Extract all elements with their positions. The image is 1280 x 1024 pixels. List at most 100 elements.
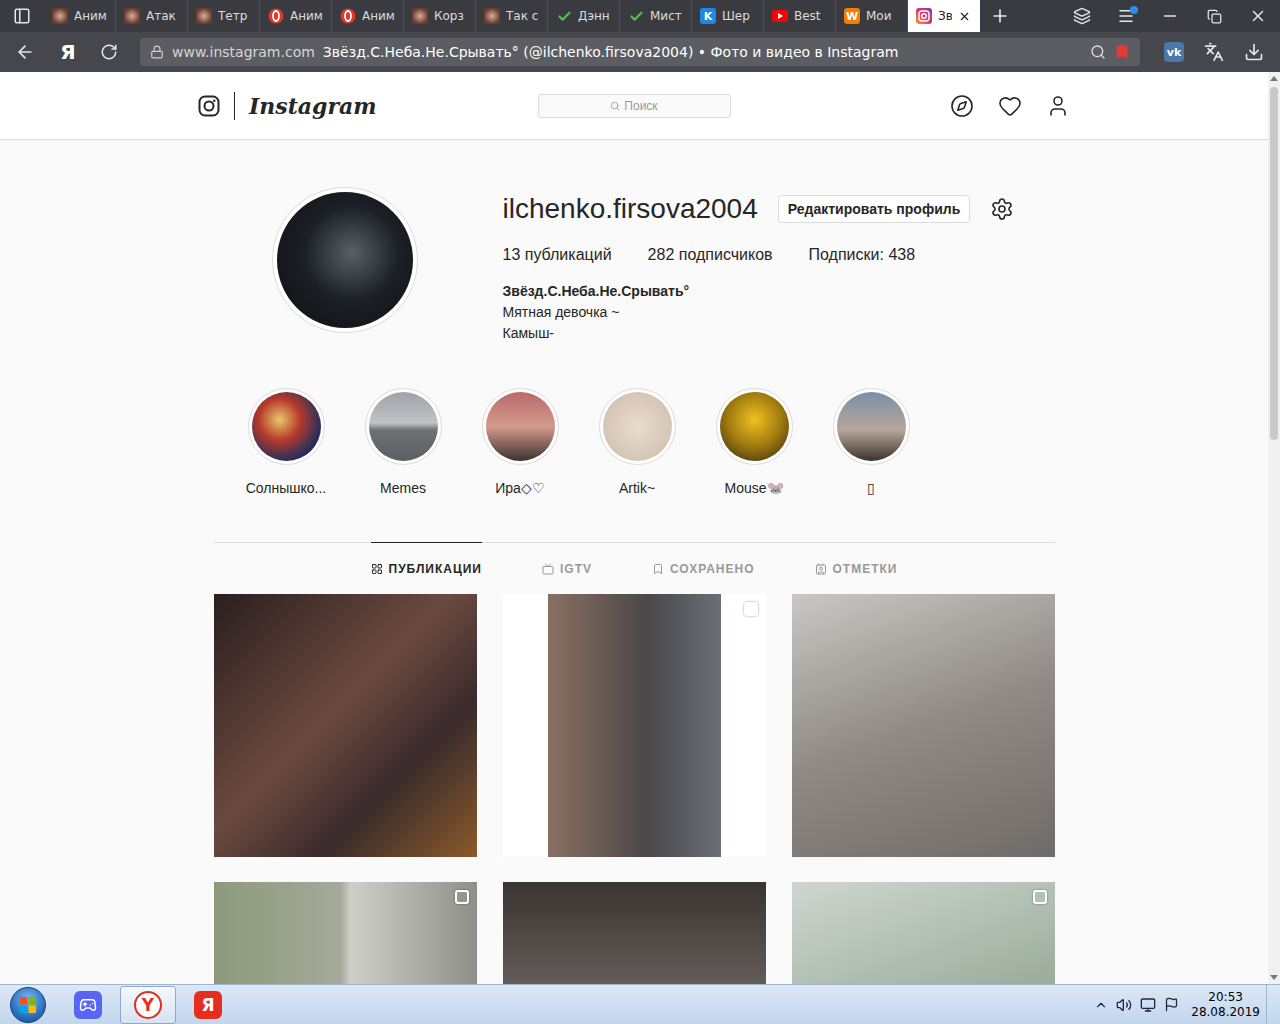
vk-button[interactable]: vk: [1154, 42, 1194, 62]
minimize-button[interactable]: [1148, 0, 1192, 32]
post[interactable]: [214, 882, 477, 984]
edit-profile-button[interactable]: Редактировать профиль: [778, 195, 971, 223]
yandex-icon: Y: [134, 991, 162, 1019]
stat[interactable]: 282 подписчиков: [648, 245, 773, 265]
explore-icon[interactable]: [950, 94, 974, 118]
profile-tab[interactable]: СОХРАНЕНО: [652, 542, 755, 594]
full-name: Звёзд.С.Неба.Не.Срывать°: [503, 281, 1055, 302]
network-icon[interactable]: [1140, 997, 1156, 1013]
close-tab-icon[interactable]: [958, 10, 971, 23]
browser-tab[interactable]: Мист: [620, 0, 692, 32]
browser-tab[interactable]: Дэнн: [548, 0, 620, 32]
post[interactable]: [503, 594, 766, 857]
profile-tab[interactable]: IGTV: [542, 542, 592, 594]
highlight[interactable]: Memes: [345, 388, 462, 496]
profile-tabs: ПУБЛИКАЦИИ IGTV СОХРАНЕНО ОТМЕТКИ: [214, 542, 1055, 594]
clock[interactable]: 20:5328.08.2019: [1185, 990, 1266, 1020]
taskbar-app[interactable]: Я: [180, 986, 236, 1024]
profile-icon[interactable]: [1046, 94, 1070, 118]
instagram-page: InstagramПоискilchenko.firsova2004Редакт…: [0, 72, 1268, 984]
scroll-up-icon[interactable]: [1270, 76, 1278, 81]
browser-tab[interactable]: Зв: [908, 0, 980, 32]
tab-favicon-icon: [52, 8, 68, 24]
taskbar-app[interactable]: [60, 986, 116, 1024]
start-button[interactable]: [10, 987, 46, 1023]
menu-button[interactable]: [1104, 0, 1148, 32]
browser-tab[interactable]: Аним: [44, 0, 116, 32]
highlight[interactable]: Mouse🐭: [696, 388, 813, 496]
restore-button[interactable]: [1192, 0, 1236, 32]
minimize-icon: [1161, 7, 1179, 25]
highlight-label: Солнышко...: [246, 480, 327, 496]
avatar[interactable]: [272, 187, 418, 333]
search-field[interactable]: Поиск: [538, 94, 731, 118]
tray-expand-icon[interactable]: [1094, 998, 1108, 1012]
browser-tab[interactable]: Корз: [404, 0, 476, 32]
post[interactable]: [214, 594, 477, 857]
downloads-button[interactable]: [1234, 42, 1274, 62]
tab-label: Аним: [362, 9, 395, 23]
browser-tab[interactable]: Тетр: [188, 0, 260, 32]
tab-favicon-icon: [412, 8, 428, 24]
profile-stats: 13 публикаций282 подписчиковПодписки: 43…: [503, 245, 1055, 265]
address-field[interactable]: www.instagram.comЗвёзд.С.Неба.Не.Срывать…: [140, 38, 1140, 66]
scroll-thumb[interactable]: [1270, 87, 1278, 440]
sidebar-button[interactable]: [0, 0, 44, 32]
back-button[interactable]: [0, 42, 50, 62]
restore-icon: [1207, 9, 1222, 24]
profile-tab[interactable]: ОТМЕТКИ: [815, 542, 898, 594]
show-desktop-button[interactable]: [1266, 985, 1280, 1024]
taskbar: Y Я 20:5328.08.2019: [0, 984, 1280, 1024]
url-domain: www.instagram.com: [172, 44, 315, 60]
highlight-label: Artik~: [619, 480, 655, 496]
download-icon: [1244, 42, 1264, 62]
browser-tab[interactable]: WМои: [836, 0, 908, 32]
browser-tab[interactable]: Атак: [116, 0, 188, 32]
scrollbar[interactable]: [1268, 72, 1280, 984]
stat[interactable]: Подписки: 438: [809, 245, 916, 265]
highlight[interactable]: ▯: [813, 388, 930, 496]
discord-icon: [74, 991, 102, 1019]
browser-tab[interactable]: Так с: [476, 0, 548, 32]
ig-logo[interactable]: Instagram: [198, 92, 538, 120]
browser-tab[interactable]: Аним: [332, 0, 404, 32]
search-icon[interactable]: [1090, 44, 1106, 60]
post[interactable]: [792, 882, 1055, 984]
logo-text: Instagram: [249, 93, 377, 119]
close-icon: [1249, 7, 1267, 25]
tab-label: Корз: [434, 9, 467, 23]
settings-icon[interactable]: [990, 197, 1014, 221]
browser-tab[interactable]: KШер: [692, 0, 764, 32]
reload-button[interactable]: [86, 43, 132, 61]
check-icon: [556, 8, 572, 24]
system-tray: [1088, 997, 1185, 1013]
activity-icon[interactable]: [998, 94, 1022, 118]
volume-icon[interactable]: [1116, 997, 1132, 1013]
scroll-down-icon[interactable]: [1270, 975, 1278, 980]
highlight[interactable]: Солнышко...: [228, 388, 345, 496]
tab-bar: АнимАтакТетрАнимАнимКорзТак сДэннМистKШе…: [0, 0, 1280, 32]
browser-tab[interactable]: Best: [764, 0, 836, 32]
translate-button[interactable]: [1194, 42, 1234, 62]
yandex-alt-icon: Я: [194, 991, 222, 1019]
new-tab-button[interactable]: [980, 0, 1020, 32]
windows-icon: [19, 996, 37, 1014]
post[interactable]: [503, 882, 766, 984]
nav-icons: [731, 94, 1071, 118]
close-button[interactable]: [1236, 0, 1280, 32]
highlight-label: ▯: [867, 480, 875, 496]
check-icon: [628, 8, 644, 24]
bookmark-icon[interactable]: [1114, 44, 1130, 60]
collections-button[interactable]: [1060, 0, 1104, 32]
highlight[interactable]: Ира◇♡: [462, 388, 579, 496]
taskbar-app[interactable]: Y: [120, 986, 176, 1024]
browser-tab[interactable]: Аним: [260, 0, 332, 32]
youtube-icon: [772, 8, 788, 24]
profile-tab[interactable]: ПУБЛИКАЦИИ: [371, 542, 482, 594]
action-center-icon[interactable]: [1164, 997, 1179, 1012]
highlight[interactable]: Artik~: [579, 388, 696, 496]
yandex-button[interactable]: Я: [50, 40, 86, 64]
tab-label: Аним: [290, 9, 323, 23]
highlight-label: Memes: [380, 480, 426, 496]
post[interactable]: [792, 594, 1055, 857]
